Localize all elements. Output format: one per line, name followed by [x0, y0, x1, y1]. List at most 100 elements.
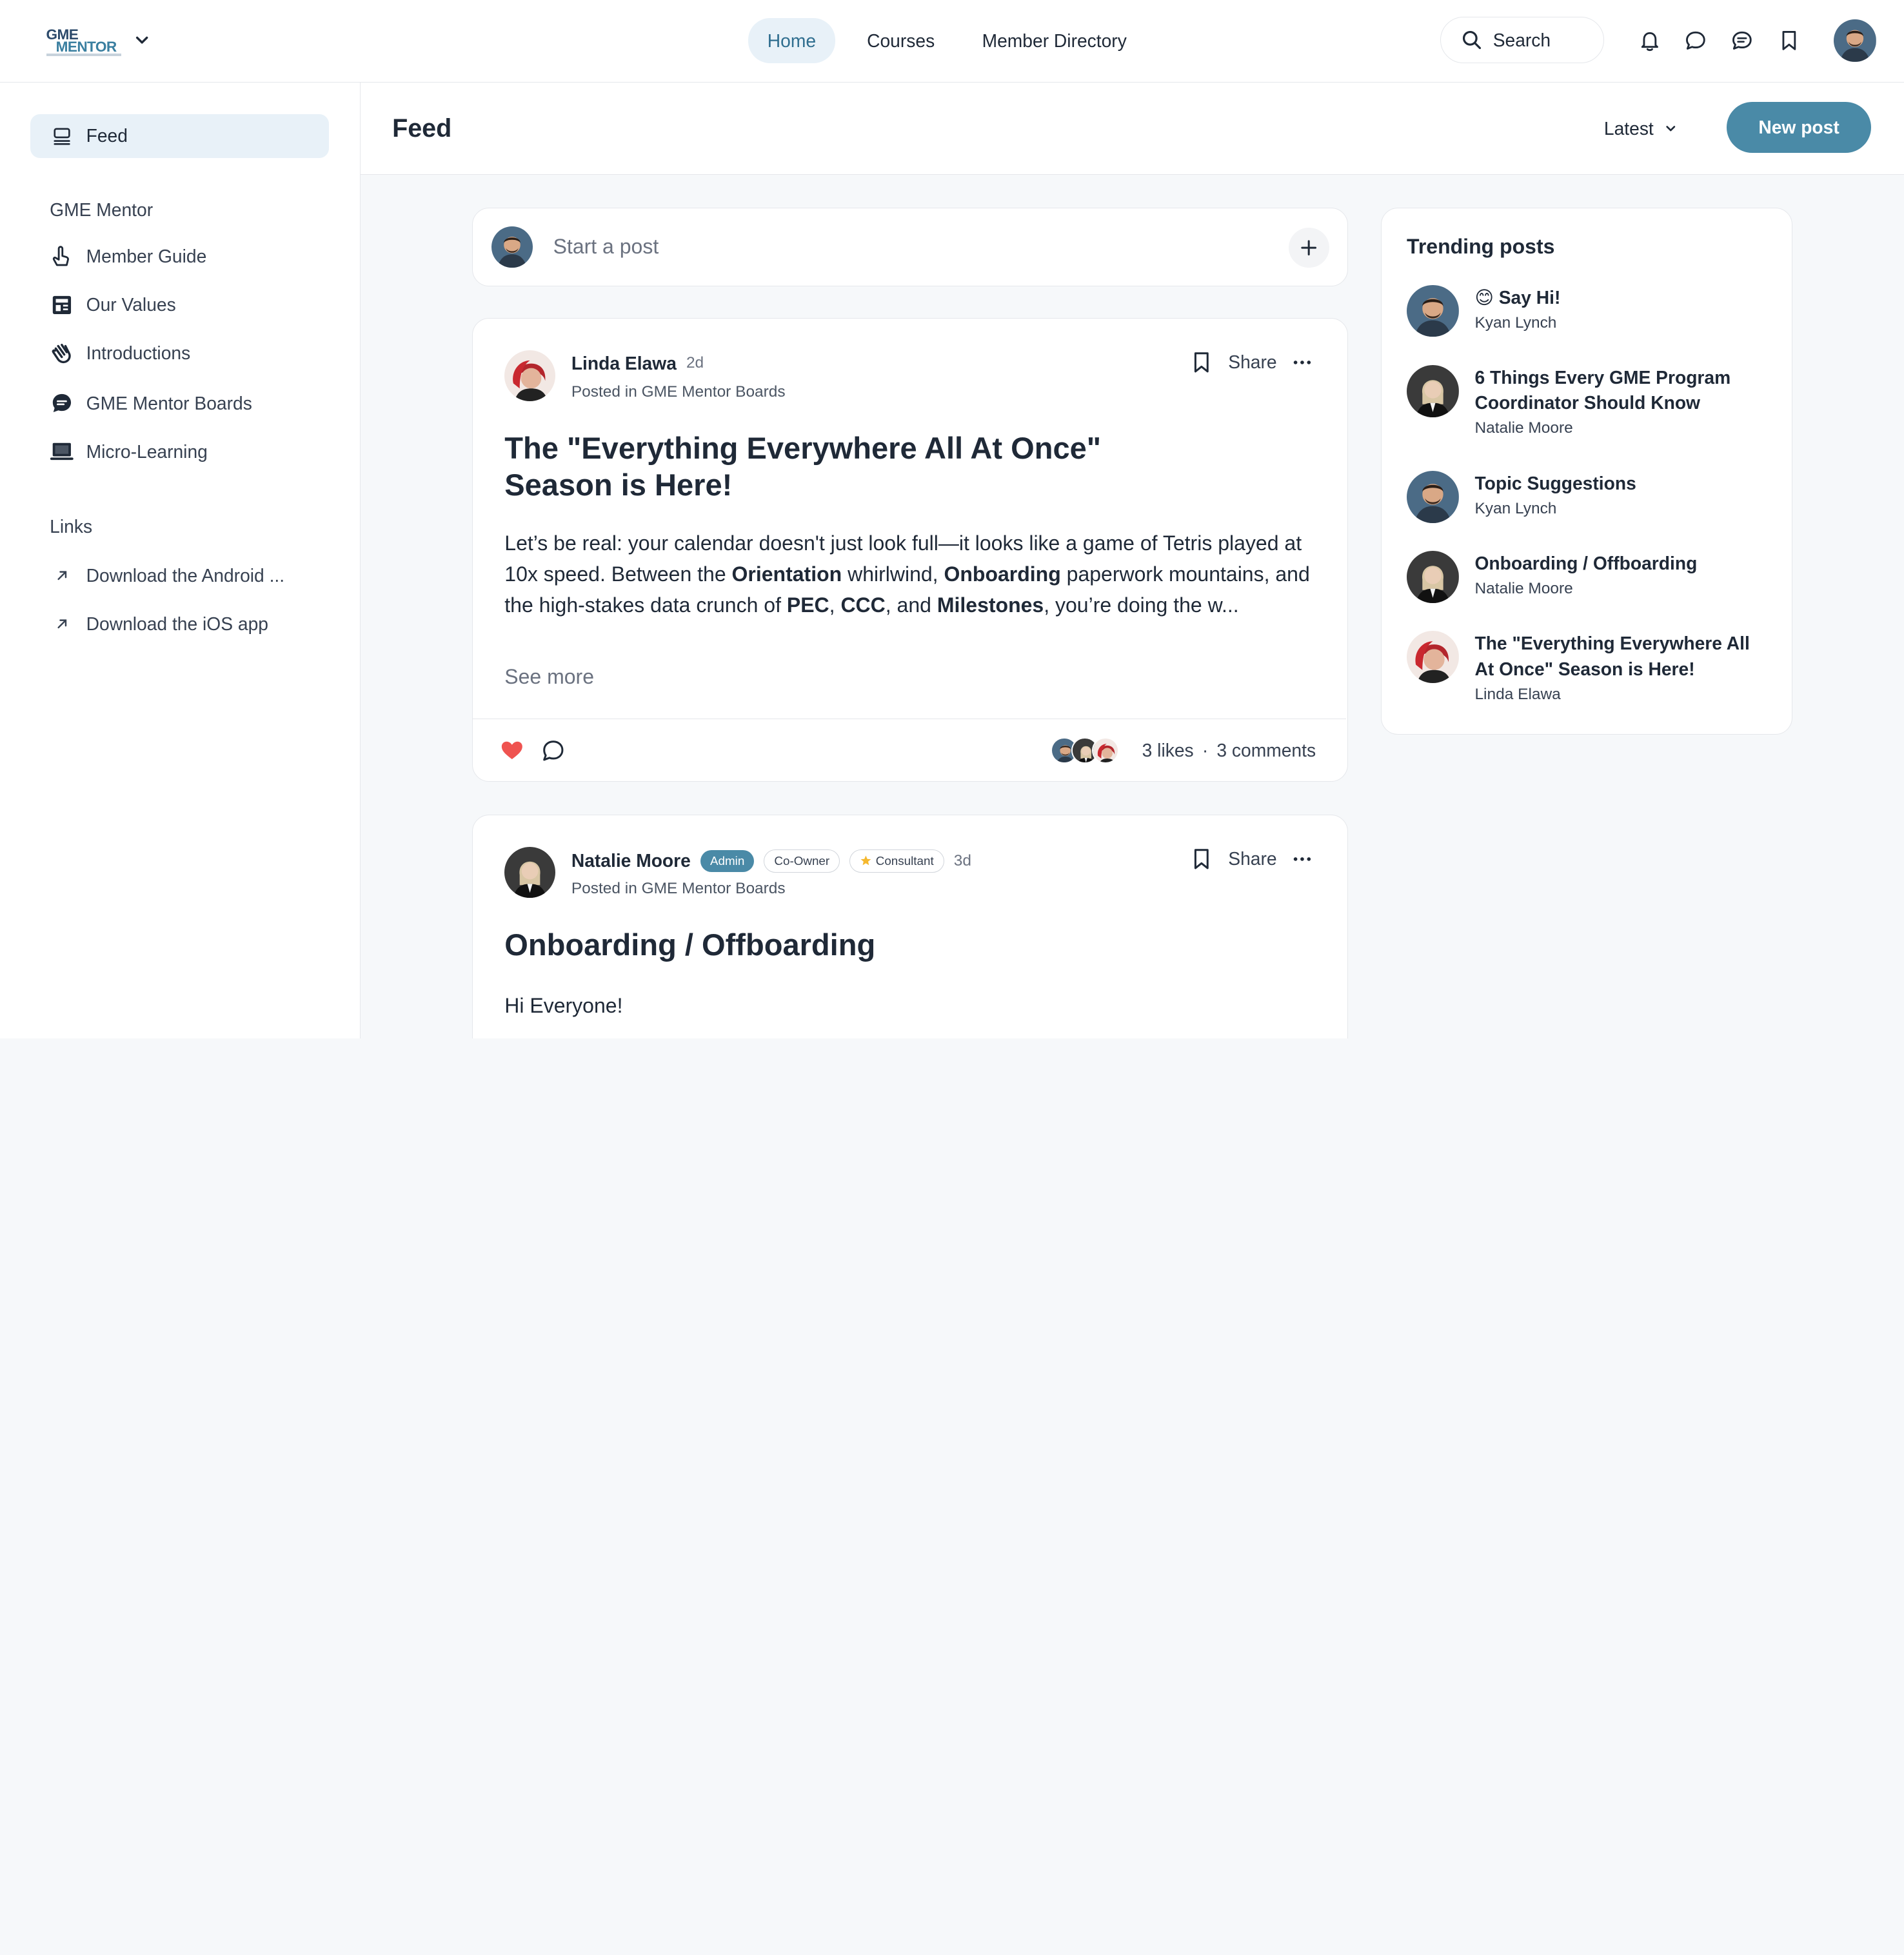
post-card: Natalie Moore Admin Co-Owner Consultant …: [472, 815, 1348, 1038]
avatar: [1407, 551, 1459, 603]
wave-icon: [50, 341, 74, 366]
logo[interactable]: GME MENTOR: [46, 27, 122, 56]
separator: ·: [1202, 739, 1209, 760]
new-post-button[interactable]: New post: [1727, 102, 1872, 154]
trending-item[interactable]: 😊 Say Hi! Kyan Lynch: [1407, 285, 1761, 337]
nav-member-directory[interactable]: Member Directory: [966, 18, 1142, 63]
post-title[interactable]: Onboarding / Offboarding: [504, 927, 875, 963]
chat-icon[interactable]: [1684, 29, 1707, 52]
sidebar-item-member-guide[interactable]: Member Guide: [50, 244, 206, 268]
trending-item-author: Linda Elawa: [1474, 685, 1561, 703]
share-button[interactable]: Share: [1228, 352, 1276, 373]
search-button[interactable]: Search: [1440, 17, 1604, 63]
sidebar-item-label: Our Values: [86, 294, 176, 315]
post-author: Natalie Moore Admin Co-Owner Consultant …: [571, 849, 971, 873]
user-avatar[interactable]: [1834, 19, 1876, 62]
more-options-icon[interactable]: [1291, 848, 1313, 870]
sidebar-link-android[interactable]: Download the Android ...: [50, 564, 284, 588]
trending-item[interactable]: 6 Things Every GME Program Coordinator Sh…: [1407, 365, 1761, 438]
external-link-icon: [50, 564, 74, 588]
posted-in[interactable]: Posted in GME Mentor Boards: [571, 880, 786, 898]
bookmark-icon[interactable]: [1189, 350, 1214, 375]
post-title-line: Season is Here!: [504, 467, 733, 502]
sidebar-item-micro-learning[interactable]: Micro-Learning: [50, 440, 208, 464]
sidebar-heading-gme-mentor: GME Mentor: [50, 199, 154, 220]
external-link-icon: [50, 612, 74, 637]
laptop-icon: [50, 440, 74, 464]
newspaper-icon: [50, 293, 74, 317]
sidebar-link-label: Download the iOS app: [86, 613, 268, 635]
badge-label: Consultant: [875, 853, 934, 868]
co-owner-badge: Co-Owner: [764, 849, 840, 873]
author-name[interactable]: Linda Elawa: [571, 353, 677, 374]
trending-item[interactable]: Onboarding / Offboarding Natalie Moore: [1407, 551, 1761, 603]
post-time: 3d: [953, 851, 972, 869]
trending-item-author: Kyan Lynch: [1474, 499, 1557, 517]
sidebar-link-ios[interactable]: Download the iOS app: [50, 612, 268, 637]
post-footer: 3 likes · 3 comments: [473, 718, 1346, 782]
trending-item-title: Topic Suggestions: [1474, 472, 1636, 493]
add-attachment-button[interactable]: [1289, 228, 1329, 268]
sidebar-item-label: Introductions: [86, 342, 191, 364]
sidebar-item-label: Micro-Learning: [86, 441, 208, 462]
liker-avatars[interactable]: [1051, 737, 1119, 764]
chevron-down-icon[interactable]: [134, 32, 150, 48]
heart-icon[interactable]: [500, 739, 524, 763]
sidebar: Feed GME Mentor Member Guide Our Values …: [0, 83, 361, 1038]
likes-count[interactable]: 3 likes: [1142, 740, 1194, 761]
comment-icon[interactable]: [541, 739, 566, 763]
bookmark-icon[interactable]: [1189, 847, 1214, 871]
page-title: Feed: [392, 114, 452, 143]
sidebar-item-label: Feed: [86, 125, 128, 146]
author-name[interactable]: Natalie Moore: [571, 850, 691, 871]
post-stats: 3 likes · 3 comments: [1142, 740, 1316, 761]
avatar[interactable]: [504, 847, 555, 898]
sort-dropdown[interactable]: Latest: [1604, 118, 1678, 139]
messages-icon[interactable]: [1730, 29, 1754, 52]
avatar: [1407, 631, 1459, 683]
post-time: 2d: [686, 354, 704, 372]
posted-in[interactable]: Posted in GME Mentor Boards: [571, 383, 786, 401]
avatar: [491, 226, 533, 268]
bookmark-icon[interactable]: [1778, 29, 1801, 52]
post-composer[interactable]: Start a post: [472, 207, 1348, 287]
trending-item-title: Onboarding / Offboarding: [1474, 552, 1698, 573]
avatar: [1407, 471, 1459, 523]
sidebar-item-our-values[interactable]: Our Values: [50, 293, 176, 317]
post-title[interactable]: The "Everything Everywhere All At Once" …: [504, 430, 1101, 503]
comments-count[interactable]: 3 comments: [1216, 740, 1316, 761]
sidebar-item-introductions[interactable]: Introductions: [50, 341, 190, 366]
sidebar-item-gme-mentor-boards[interactable]: GME Mentor Boards: [50, 391, 252, 415]
avatar[interactable]: [504, 350, 555, 401]
logo-tagline-bar: [46, 53, 122, 56]
trending-item-title: 😊 Say Hi!: [1474, 286, 1561, 308]
app-window: GME MENTOR Home Courses Member Directory…: [0, 0, 1904, 1038]
nav-home[interactable]: Home: [748, 18, 836, 63]
avatar: [1407, 365, 1459, 417]
trending-item-title: 6 Things Every GME Program Coordinator Sh…: [1474, 366, 1731, 413]
post-actions: Share: [1189, 350, 1313, 375]
sidebar-item-label: Member Guide: [86, 245, 207, 266]
feed-header: Feed Latest New post: [361, 83, 1904, 175]
logo-text-line2: MENTOR: [55, 39, 117, 55]
post-author: Linda Elawa 2d: [571, 353, 704, 374]
feed-icon: [52, 126, 72, 146]
trending-item[interactable]: The "Everything Everywhere All At Once" S…: [1407, 631, 1761, 704]
post-card: Linda Elawa 2d Posted in GME Mentor Boar…: [472, 318, 1348, 782]
admin-badge: Admin: [700, 849, 755, 872]
share-button[interactable]: Share: [1228, 848, 1276, 869]
bell-icon[interactable]: [1638, 29, 1661, 52]
star-icon: [860, 855, 872, 867]
avatar: [1092, 737, 1119, 764]
trending-item[interactable]: Topic Suggestions Kyan Lynch: [1407, 471, 1761, 523]
chat-bubble-icon: [50, 391, 74, 415]
composer-placeholder[interactable]: Start a post: [553, 235, 659, 259]
see-more-link[interactable]: See more: [504, 665, 594, 689]
post-body: Let’s be real: your calendar doesn't jus…: [504, 531, 1310, 617]
more-options-icon[interactable]: [1291, 352, 1313, 373]
plus-icon: [1300, 239, 1317, 256]
trending-title: Trending posts: [1407, 235, 1555, 259]
post-actions: Share: [1189, 847, 1313, 871]
nav-courses[interactable]: Courses: [851, 18, 951, 63]
sidebar-item-feed[interactable]: Feed: [30, 114, 330, 158]
